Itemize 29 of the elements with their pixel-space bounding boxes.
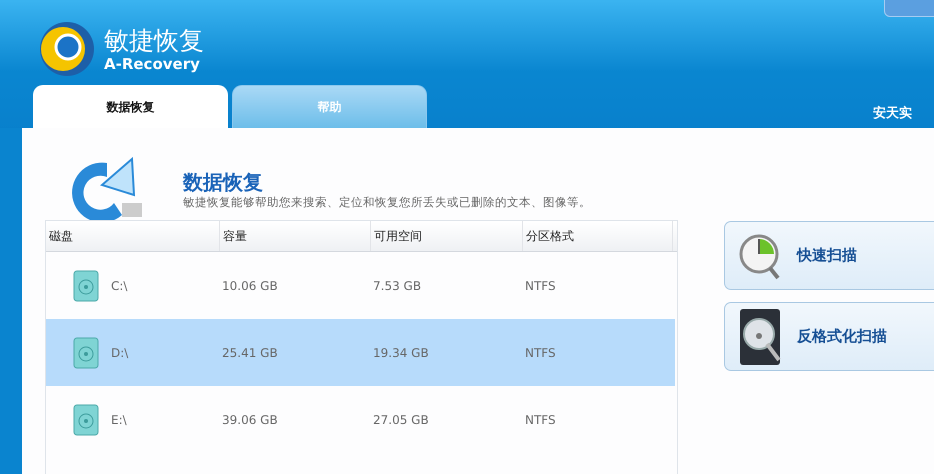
column-header: 可用空间 — [371, 221, 523, 251]
column-header: 分区格式 — [523, 221, 673, 251]
table-cell-text: NTFS — [524, 278, 557, 294]
table-cell-text: 27.05 GB — [372, 412, 430, 428]
table-cell-text: 10.06 GB — [221, 278, 279, 294]
scan-button[interactable]: 快速扫描 — [724, 221, 934, 290]
window-control-button[interactable] — [884, 0, 934, 17]
logo-icon — [38, 19, 96, 79]
tab[interactable]: 数据恢复 — [33, 85, 228, 128]
table-cell-text: C:\ — [110, 278, 128, 292]
table-cell-text: E:\ — [110, 412, 127, 426]
table-cell-text: 39.06 GB — [221, 412, 279, 428]
table-cell-text: 19.34 GB — [372, 344, 430, 362]
table-cell-text: 25.41 GB — [221, 344, 279, 362]
section-description: 敏捷恢复能够帮助您来搜索、定位和恢复您所丢失或已删除的文本、图像等。 — [183, 195, 591, 210]
column-header: 容量 — [220, 221, 371, 251]
app-subtitle: A-Recovery — [104, 56, 201, 72]
column-header: 磁盘 — [46, 221, 220, 251]
app-name: 敏捷恢复 — [104, 26, 204, 56]
table-cell-text: 7.53 GB — [372, 278, 422, 294]
corner-text: 安天实 — [873, 104, 913, 122]
drive-row[interactable]: E:\ 39.06 GB 27.05 GB NTFS — [46, 386, 675, 453]
table-cell-text: NTFS — [524, 344, 557, 362]
scan-button[interactable]: 反格式化扫描 — [724, 302, 934, 371]
drive-row[interactable]: D:\ 25.41 GB 19.34 GB NTFS — [46, 319, 675, 386]
section-title: 数据恢复 — [183, 169, 264, 195]
table-cell-text: D:\ — [110, 346, 128, 360]
table-cell-text: NTFS — [524, 412, 557, 428]
drive-row[interactable]: C:\ 10.06 GB 7.53 GB NTFS — [46, 252, 675, 319]
